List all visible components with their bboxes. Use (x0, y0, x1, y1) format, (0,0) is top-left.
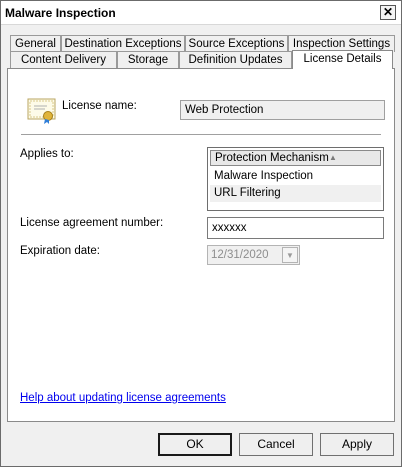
dialog-window: Malware Inspection ✕ General Destination… (0, 0, 402, 467)
agreement-number-input[interactable]: xxxxxx (207, 217, 384, 239)
separator (21, 134, 381, 136)
expiration-date-picker: 12/31/2020 ▼ (207, 245, 300, 265)
tab-definition-updates[interactable]: Definition Updates (179, 51, 292, 68)
expiration-date-label: Expiration date: (20, 245, 100, 257)
certificate-icon (27, 98, 56, 124)
list-item[interactable]: URL Filtering (210, 185, 381, 202)
tab-source-exceptions[interactable]: Source Exceptions (185, 35, 288, 52)
tab-storage[interactable]: Storage (117, 51, 179, 68)
title-bar: Malware Inspection ✕ (1, 1, 401, 25)
list-item[interactable]: Malware Inspection (210, 168, 381, 185)
help-link[interactable]: Help about updating license agreements (20, 392, 226, 404)
apply-button[interactable]: Apply (320, 433, 394, 456)
cancel-button[interactable]: Cancel (239, 433, 313, 456)
sort-ascending-icon: ▲ (329, 153, 337, 162)
applies-to-list[interactable]: Protection Mechanism ▲ Malware Inspectio… (207, 147, 384, 211)
agreement-number-label: License agreement number: (20, 217, 164, 229)
column-header-label: Protection Mechanism (215, 152, 329, 164)
license-name-label: License name: (62, 100, 137, 112)
applies-to-label: Applies to: (20, 148, 74, 160)
expiration-date-value: 12/31/2020 (211, 249, 269, 261)
chevron-down-icon: ▼ (282, 247, 298, 263)
tab-destination-exceptions[interactable]: Destination Exceptions (61, 35, 185, 52)
tab-general[interactable]: General (10, 35, 61, 52)
list-column-header[interactable]: Protection Mechanism ▲ (210, 150, 381, 166)
license-name-field: Web Protection (180, 100, 385, 120)
tab-content-delivery[interactable]: Content Delivery (10, 51, 117, 68)
tab-license-details[interactable]: License Details (292, 50, 393, 69)
license-details-panel: License name: Web Protection Applies to:… (7, 68, 395, 422)
close-button[interactable]: ✕ (380, 5, 396, 20)
window-title: Malware Inspection (5, 6, 116, 20)
ok-button[interactable]: OK (158, 433, 232, 456)
